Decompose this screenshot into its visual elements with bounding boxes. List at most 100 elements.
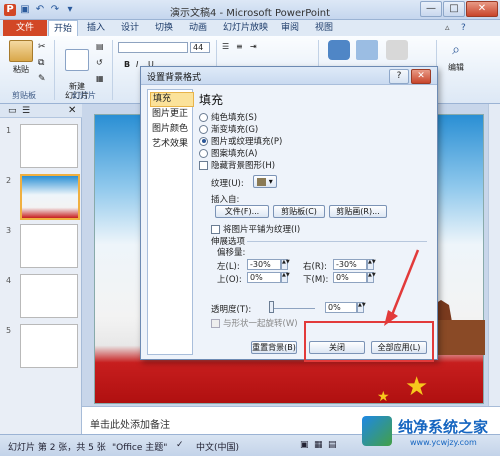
fill-section-title: 填充 bbox=[199, 93, 224, 107]
left-offset-input[interactable]: -30% bbox=[247, 259, 281, 270]
proofing-icon[interactable]: ✓ bbox=[176, 440, 184, 450]
transparency-label: 透明度(T): bbox=[211, 305, 252, 315]
insert-clipboard-button[interactable]: 剪贴板(C) bbox=[273, 205, 325, 218]
title-bar: P ▣ ↶ ↷ ▾ 演示文稿4 - Microsoft PowerPoint —… bbox=[0, 0, 500, 20]
tab-review[interactable]: 审阅 bbox=[276, 20, 304, 36]
bullets-icon[interactable]: ☰ bbox=[222, 42, 229, 51]
spinner-icon[interactable]: ▲▼ bbox=[357, 302, 366, 313]
category-fill[interactable]: 填充 bbox=[150, 92, 194, 107]
slide-thumbnail[interactable] bbox=[20, 224, 78, 268]
right-offset-label: 右(R): bbox=[303, 262, 327, 272]
slide-thumbnail[interactable] bbox=[20, 324, 78, 368]
ribbon-tabs: 文件 开始 插入 设计 切换 动画 幻灯片放映 审阅 视图 ▵ ? bbox=[0, 20, 500, 37]
font-size-box[interactable]: 44 bbox=[190, 42, 210, 53]
copy-icon[interactable]: ⧉ bbox=[38, 58, 44, 68]
option-label: 将图片平铺为纹理(I) bbox=[223, 225, 301, 235]
tab-animations[interactable]: 动画 bbox=[184, 20, 212, 36]
indent-icon[interactable]: ⇥ bbox=[250, 42, 257, 51]
bottom-offset-label: 下(M): bbox=[303, 275, 329, 285]
editing-button[interactable]: ⌕ 编辑 bbox=[444, 40, 468, 73]
section-icon[interactable]: ▦ bbox=[96, 74, 104, 83]
category-artistic-effects[interactable]: 艺术效果 bbox=[150, 138, 192, 151]
transparency-slider-thumb[interactable] bbox=[269, 301, 274, 313]
slide-count-status: 幻灯片 第 2 张，共 5 张 bbox=[8, 443, 106, 453]
vertical-scrollbar[interactable] bbox=[488, 104, 500, 406]
dialog-close-x-button[interactable]: ✕ bbox=[411, 69, 431, 84]
spinner-icon[interactable]: ▲▼ bbox=[281, 259, 290, 270]
radio-button[interactable] bbox=[199, 124, 208, 134]
solid-fill-option[interactable]: 纯色填充(S) bbox=[199, 111, 257, 123]
checkbox[interactable] bbox=[211, 318, 220, 328]
category-picture-correction[interactable]: 图片更正 bbox=[150, 108, 192, 121]
tab-slideshow[interactable]: 幻灯片放映 bbox=[218, 20, 273, 36]
tab-insert[interactable]: 插入 bbox=[82, 20, 110, 36]
spinner-icon[interactable]: ▲▼ bbox=[281, 272, 290, 283]
arrange-button[interactable] bbox=[356, 40, 378, 62]
pattern-fill-option[interactable]: 图案填充(A) bbox=[199, 147, 257, 159]
quick-styles-button[interactable] bbox=[386, 40, 408, 62]
layout-icon[interactable]: ▤ bbox=[96, 42, 104, 51]
paste-button[interactable]: 粘贴 bbox=[6, 40, 36, 75]
transparency-slider-track[interactable] bbox=[269, 308, 315, 309]
radio-button[interactable] bbox=[199, 148, 208, 158]
cut-icon[interactable]: ✂ bbox=[38, 42, 46, 52]
slides-tab-icon[interactable]: ▭ bbox=[8, 106, 17, 116]
site-watermark: 纯净系统之家 www.ycwjzy.com bbox=[360, 410, 500, 456]
italic-icon[interactable]: I bbox=[136, 60, 138, 69]
close-window-button[interactable]: ✕ bbox=[466, 1, 498, 17]
bold-icon[interactable]: B bbox=[124, 60, 130, 69]
tile-as-texture[interactable]: 将图片平铺为纹理(I) bbox=[211, 223, 300, 235]
reading-view-icon[interactable]: ▤ bbox=[328, 440, 337, 450]
spinner-icon[interactable]: ▲▼ bbox=[367, 259, 376, 270]
binoculars-icon: ⌕ bbox=[452, 42, 460, 58]
checkbox[interactable] bbox=[199, 160, 208, 170]
help-icon[interactable]: ? bbox=[456, 20, 471, 36]
radio-button[interactable] bbox=[199, 112, 208, 122]
texture-picker-button[interactable]: ▾ bbox=[253, 175, 277, 188]
window-controls: — □ ✕ bbox=[420, 1, 498, 17]
option-label: 渐变填充(G) bbox=[211, 125, 259, 135]
new-slide-icon bbox=[65, 49, 89, 71]
numbering-icon[interactable]: ≡ bbox=[236, 42, 243, 51]
slides-pane: ▭ ☰ ✕ 1 2 3 4 5 bbox=[0, 104, 82, 434]
radio-button-selected[interactable] bbox=[199, 136, 208, 146]
drawing-shapes-button[interactable] bbox=[328, 40, 350, 62]
right-offset-input[interactable]: -30% bbox=[333, 259, 367, 270]
slide-thumbnail[interactable] bbox=[20, 124, 78, 168]
transparency-input[interactable]: 0% bbox=[325, 302, 357, 313]
format-painter-icon[interactable]: ✎ bbox=[38, 74, 46, 84]
slide-thumbnail-selected[interactable] bbox=[20, 174, 80, 220]
category-picture-color[interactable]: 图片颜色 bbox=[150, 123, 192, 136]
top-offset-input[interactable]: 0% bbox=[247, 272, 281, 283]
outline-tab-icon[interactable]: ☰ bbox=[22, 106, 30, 116]
maximize-button[interactable]: □ bbox=[443, 1, 465, 17]
slide-thumbnail[interactable] bbox=[20, 274, 78, 318]
clipboard-group-label: 剪贴板 bbox=[12, 91, 36, 100]
font-name-box[interactable] bbox=[118, 42, 188, 53]
language-status[interactable]: 中文(中国) bbox=[196, 440, 239, 453]
tab-home[interactable]: 开始 bbox=[48, 20, 79, 37]
normal-view-icon[interactable]: ▣ bbox=[300, 440, 309, 450]
close-pane-icon[interactable]: ✕ bbox=[68, 105, 76, 116]
ribbon-minimize-icon[interactable]: ▵ bbox=[440, 20, 455, 36]
reset-background-button[interactable]: 重置背景(B) bbox=[251, 341, 297, 354]
insert-from-label: 插入自: bbox=[211, 195, 240, 205]
section-divider bbox=[247, 241, 427, 242]
minimize-button[interactable]: — bbox=[420, 1, 442, 17]
slide-sorter-icon[interactable]: ▦ bbox=[314, 440, 323, 450]
insert-file-button[interactable]: 文件(F)... bbox=[215, 205, 269, 218]
picture-texture-fill-option[interactable]: 图片或纹理填充(P) bbox=[199, 135, 282, 147]
bottom-offset-input[interactable]: 0% bbox=[333, 272, 367, 283]
spinner-icon[interactable]: ▲▼ bbox=[367, 272, 376, 283]
tab-view[interactable]: 视图 bbox=[310, 20, 338, 36]
checkbox[interactable] bbox=[211, 224, 220, 234]
tab-file[interactable]: 文件 bbox=[3, 20, 47, 36]
tab-design[interactable]: 设计 bbox=[116, 20, 144, 36]
dialog-help-button[interactable]: ? bbox=[389, 69, 409, 84]
tab-transitions[interactable]: 切换 bbox=[150, 20, 178, 36]
insert-clipart-button[interactable]: 剪贴画(R)... bbox=[329, 205, 387, 218]
hide-background-graphics[interactable]: 隐藏背景图形(H) bbox=[199, 159, 275, 171]
reset-slide-icon[interactable]: ↺ bbox=[96, 58, 103, 67]
rotate-with-shape[interactable]: 与形状一起旋转(W) bbox=[211, 317, 298, 329]
gradient-fill-option[interactable]: 渐变填充(G) bbox=[199, 123, 258, 135]
